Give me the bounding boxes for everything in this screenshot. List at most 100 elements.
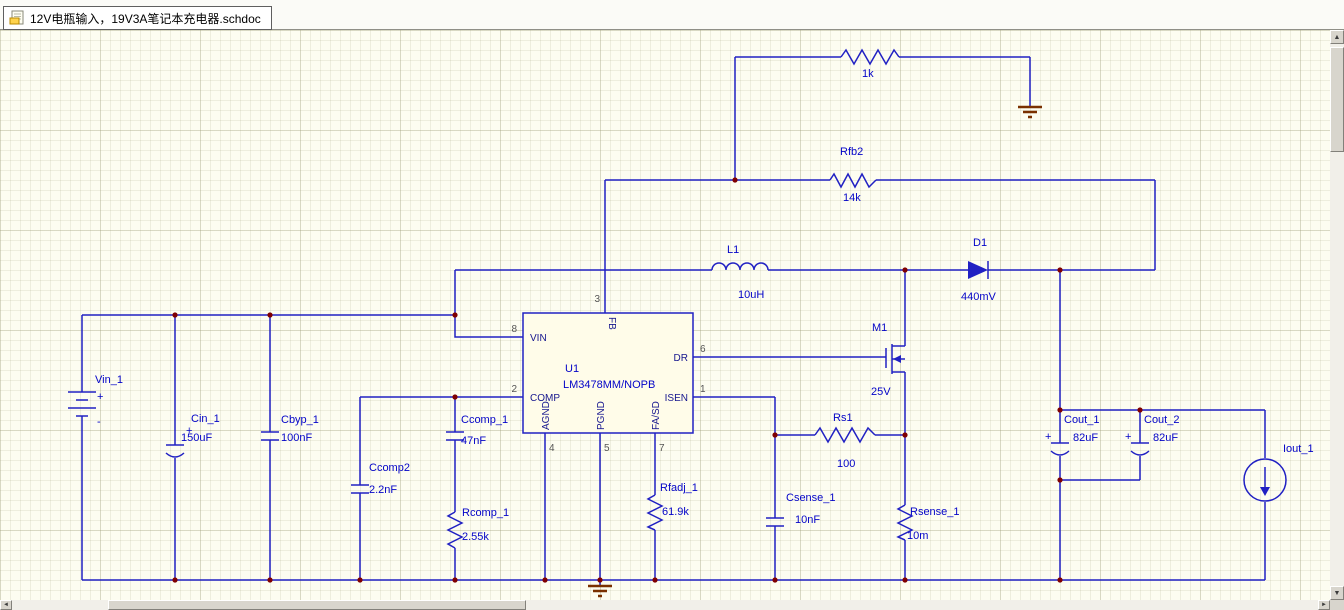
pin-number-fasd: 7 xyxy=(659,443,665,454)
component-capacitor-cout2[interactable]: Cout_2 + 82uF xyxy=(1125,414,1179,456)
component-capacitor-cout1[interactable]: Cout_1 + 82uF xyxy=(1045,414,1099,456)
cap-symbol xyxy=(766,517,784,527)
designator[interactable]: Rs1 xyxy=(833,412,853,424)
schematic-doc-icon xyxy=(9,10,25,26)
junction-dot xyxy=(452,312,458,318)
value[interactable]: 47nF xyxy=(461,435,486,447)
component-mosfet-m1[interactable]: M1 25V xyxy=(871,322,905,398)
component-resistor-rs1[interactable]: Rs1 100 xyxy=(814,412,876,470)
junction-dot xyxy=(1057,577,1063,583)
pin-number-fb: 3 xyxy=(594,294,600,305)
junction-dot xyxy=(172,577,178,583)
horizontal-scrollbar[interactable]: ◄ ► xyxy=(0,600,1330,610)
wire[interactable] xyxy=(875,180,1266,580)
designator[interactable]: Vin_1 xyxy=(95,374,123,386)
pin-number-pgnd: 5 xyxy=(604,443,610,454)
value[interactable]: 14k xyxy=(843,192,861,204)
plus-sign: + xyxy=(97,391,103,403)
value[interactable]: 150uF xyxy=(181,432,212,444)
value[interactable]: 2.2nF xyxy=(369,484,397,496)
junction-dot xyxy=(1057,477,1063,483)
wire[interactable] xyxy=(604,56,1155,313)
vertical-scrollbar[interactable]: ▲ ▼ xyxy=(1330,30,1344,600)
value[interactable]: 100nF xyxy=(281,432,312,444)
junction-dot xyxy=(357,577,363,583)
component-resistor-rfb2[interactable]: Rfb2 14k xyxy=(829,146,877,204)
ground-bars xyxy=(588,584,612,598)
document-tab[interactable]: 12V电瓶输入，19V3A笔记本充电器.schdoc xyxy=(3,6,272,30)
scroll-right-button[interactable]: ► xyxy=(1318,600,1330,610)
designator[interactable]: U1 xyxy=(565,363,579,375)
value[interactable]: 61.9k xyxy=(662,506,689,518)
component-capacitor-cin1[interactable]: Cin_1 + 150uF xyxy=(165,413,220,458)
designator[interactable]: Rcomp_1 xyxy=(462,507,509,519)
junction-dot xyxy=(902,432,908,438)
component-inductor-l1[interactable]: L1 10uH xyxy=(711,244,769,301)
value[interactable]: 1k xyxy=(862,68,874,80)
junction-dot xyxy=(1057,407,1063,413)
value[interactable]: 82uF xyxy=(1153,432,1178,444)
ground-symbol-bottom[interactable] xyxy=(588,584,612,598)
designator[interactable]: Cin_1 xyxy=(191,413,220,425)
designator[interactable]: Ccomp2 xyxy=(369,462,410,474)
designator[interactable]: Cout_2 xyxy=(1144,414,1179,426)
junction-dot xyxy=(542,577,548,583)
value[interactable]: 100 xyxy=(837,458,855,470)
pin-name-pgnd: PGND xyxy=(596,401,607,430)
resistor-symbol xyxy=(646,494,664,531)
component-ic-u1[interactable]: U1 LM3478MM/NOPB 8 2 3 6 1 4 5 7 VIN COM… xyxy=(511,294,706,454)
plus-sign: + xyxy=(1125,431,1131,443)
junction-dot xyxy=(267,577,273,583)
component-battery-vin1[interactable]: Vin_1 + - xyxy=(68,374,123,428)
component-current-source-iout1[interactable]: Iout_1 xyxy=(1243,443,1314,502)
junction-dot xyxy=(267,312,273,318)
polar-cap-symbol xyxy=(165,444,185,458)
junction-dot xyxy=(772,577,778,583)
pin-number-dr: 6 xyxy=(700,344,706,355)
current-arrowhead xyxy=(1260,487,1270,496)
scroll-down-button[interactable]: ▼ xyxy=(1330,586,1344,600)
junction-dot xyxy=(172,312,178,318)
horizontal-scroll-track[interactable] xyxy=(12,600,1318,610)
schematic-canvas[interactable]: Vin_1 + - Cin_1 + 150uF Cbyp_1 100nF Cco… xyxy=(0,30,1330,600)
scroll-left-button[interactable]: ◄ xyxy=(0,600,12,610)
inductor-symbol xyxy=(711,262,769,271)
value[interactable]: 440mV xyxy=(961,291,997,303)
pin-name-isen: ISEN xyxy=(665,393,688,404)
scroll-up-button[interactable]: ▲ xyxy=(1330,30,1344,44)
pin-number-agnd: 4 xyxy=(549,443,555,454)
ground-bars xyxy=(1018,105,1042,119)
component-resistor-1k[interactable]: 1k xyxy=(840,48,900,80)
vertical-scroll-track[interactable] xyxy=(1330,44,1344,586)
value[interactable]: 25V xyxy=(871,386,891,398)
component-resistor-rcomp1[interactable]: Rcomp_1 2.55k xyxy=(446,507,509,549)
value[interactable]: 10uH xyxy=(738,289,764,301)
designator[interactable]: M1 xyxy=(872,322,887,334)
polar-cap-symbol xyxy=(1130,442,1150,456)
designator[interactable]: Iout_1 xyxy=(1283,443,1314,455)
value[interactable]: 10m xyxy=(907,530,928,542)
designator[interactable]: Csense_1 xyxy=(786,492,836,504)
junction-dot xyxy=(1137,407,1143,413)
ground-symbol-top[interactable] xyxy=(1018,105,1042,119)
designator[interactable]: Ccomp_1 xyxy=(461,414,508,426)
designator[interactable]: D1 xyxy=(973,237,987,249)
polar-cap-symbol xyxy=(1050,442,1070,456)
designator[interactable]: Rfadj_1 xyxy=(660,482,698,494)
designator[interactable]: L1 xyxy=(727,244,739,256)
horizontal-scroll-thumb[interactable] xyxy=(108,600,526,610)
designator[interactable]: Cbyp_1 xyxy=(281,414,319,426)
designator[interactable]: Cout_1 xyxy=(1064,414,1099,426)
vertical-scroll-thumb[interactable] xyxy=(1330,47,1344,152)
value[interactable]: 82uF xyxy=(1073,432,1098,444)
designator[interactable]: Rfb2 xyxy=(840,146,863,158)
component-capacitor-csense1[interactable]: Csense_1 10nF xyxy=(766,492,836,527)
value[interactable]: 2.55k xyxy=(462,531,489,543)
designator[interactable]: Rsense_1 xyxy=(910,506,960,518)
component-resistor-rsense1[interactable]: Rsense_1 10m xyxy=(896,504,960,542)
resistor-symbol xyxy=(840,48,900,66)
mosfet-arrow xyxy=(893,355,901,363)
value[interactable]: 10nF xyxy=(795,514,820,526)
comment[interactable]: LM3478MM/NOPB xyxy=(563,379,655,391)
cap-symbol xyxy=(261,431,279,441)
